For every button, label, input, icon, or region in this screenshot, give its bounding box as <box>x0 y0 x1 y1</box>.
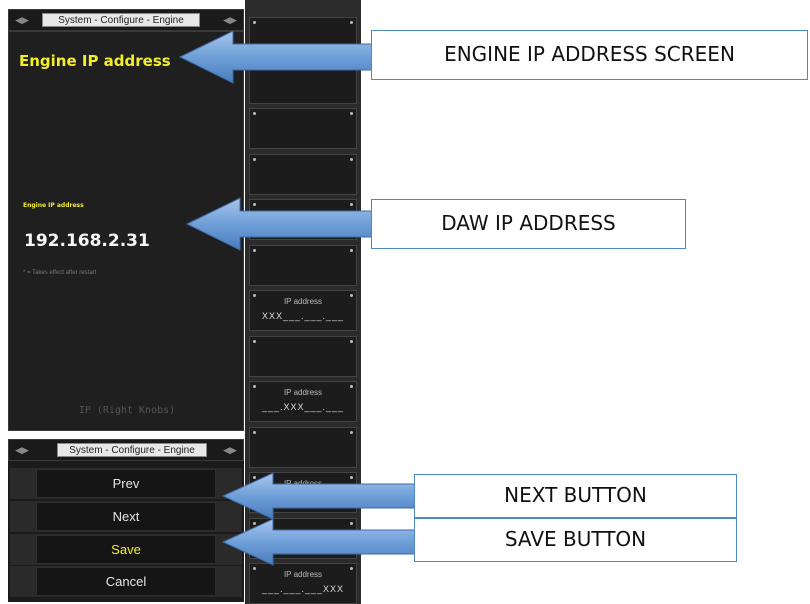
arrow-save-button <box>221 518 417 566</box>
arrow-next-button <box>221 472 417 520</box>
callout-next-button: NEXT BUTTON <box>414 474 737 518</box>
callout-save-button: SAVE BUTTON <box>414 518 737 562</box>
arrow-daw-ip <box>185 197 373 251</box>
callout-engine-screen: ENGINE IP ADDRESS SCREEN <box>371 30 808 80</box>
callout-daw-ip: DAW IP ADDRESS <box>371 199 686 249</box>
arrow-engine-screen <box>178 30 373 84</box>
